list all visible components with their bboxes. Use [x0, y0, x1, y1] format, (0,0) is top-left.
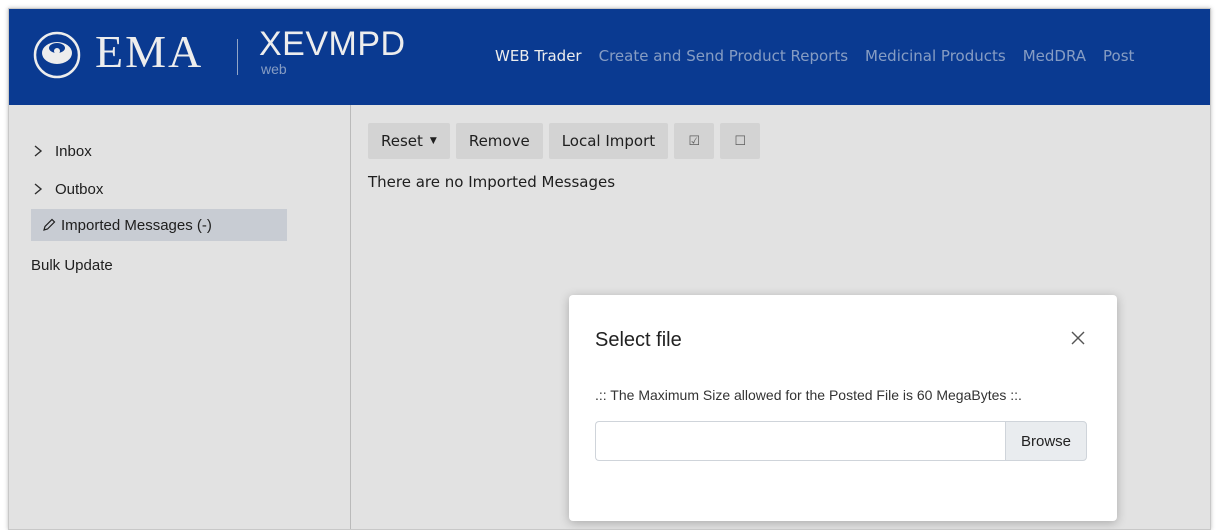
sidebar-item-inbox[interactable]: Inbox [31, 135, 92, 167]
header-bar: EMA XEVMPD web WEB Trader Create and Sen… [9, 9, 1210, 105]
sidebar-item-outbox[interactable]: Outbox [31, 173, 103, 205]
chevron-right-icon [34, 145, 43, 157]
app-window: EMA XEVMPD web WEB Trader Create and Sen… [8, 8, 1211, 530]
chevron-right-icon [34, 183, 43, 195]
ema-logo-text: EMA [95, 26, 204, 77]
reset-button-label: Reset [381, 132, 423, 150]
file-path-field[interactable] [595, 421, 1005, 461]
empty-message: There are no Imported Messages [368, 173, 616, 191]
caret-down-icon: ▼ [429, 136, 437, 146]
local-import-button[interactable]: Local Import [548, 123, 669, 159]
nav-post[interactable]: Post [1103, 47, 1134, 65]
sidebar-item-label: Outbox [55, 180, 104, 198]
sidebar-item-imported-messages[interactable]: Imported Messages (-) [31, 209, 287, 241]
uncheck-all-button[interactable]: ☐ [720, 123, 761, 159]
reset-button[interactable]: Reset ▼ [368, 123, 450, 159]
nav-web-trader[interactable]: WEB Trader [495, 47, 582, 65]
logo-divider [237, 39, 238, 75]
top-nav: WEB Trader Create and Send Product Repor… [495, 47, 1151, 65]
nav-medicinal-products[interactable]: Medicinal Products [865, 47, 1006, 65]
ema-logo-icon [33, 31, 81, 79]
file-picker: Browse [595, 421, 1087, 461]
app-subtitle: web [261, 61, 287, 77]
app-name: XEVMPD [259, 25, 406, 63]
check-all-button[interactable]: ☑ [674, 123, 715, 159]
close-icon[interactable] [1067, 327, 1089, 349]
sidebar-item-label: Inbox [55, 142, 92, 160]
browse-button[interactable]: Browse [1005, 421, 1087, 461]
max-size-note: .:: The Maximum Size allowed for the Pos… [595, 387, 1022, 403]
sidebar-item-label: Imported Messages (-) [61, 216, 212, 234]
toolbar: Reset ▼ Remove Local Import ☑ ☐ [368, 123, 761, 159]
remove-button[interactable]: Remove [455, 123, 543, 159]
sidebar-item-bulk-update[interactable]: Bulk Update [31, 249, 113, 281]
nav-create-send-product-reports[interactable]: Create and Send Product Reports [599, 47, 848, 65]
sidebar: Inbox Outbox Imported Messages (-) Bulk … [9, 105, 351, 529]
modal-title: Select file [595, 329, 682, 351]
nav-meddra[interactable]: MedDRA [1023, 47, 1086, 65]
select-file-modal: Select file .:: The Maximum Size allowed… [569, 295, 1117, 521]
sidebar-item-label: Bulk Update [31, 256, 113, 274]
pencil-icon [43, 218, 56, 231]
